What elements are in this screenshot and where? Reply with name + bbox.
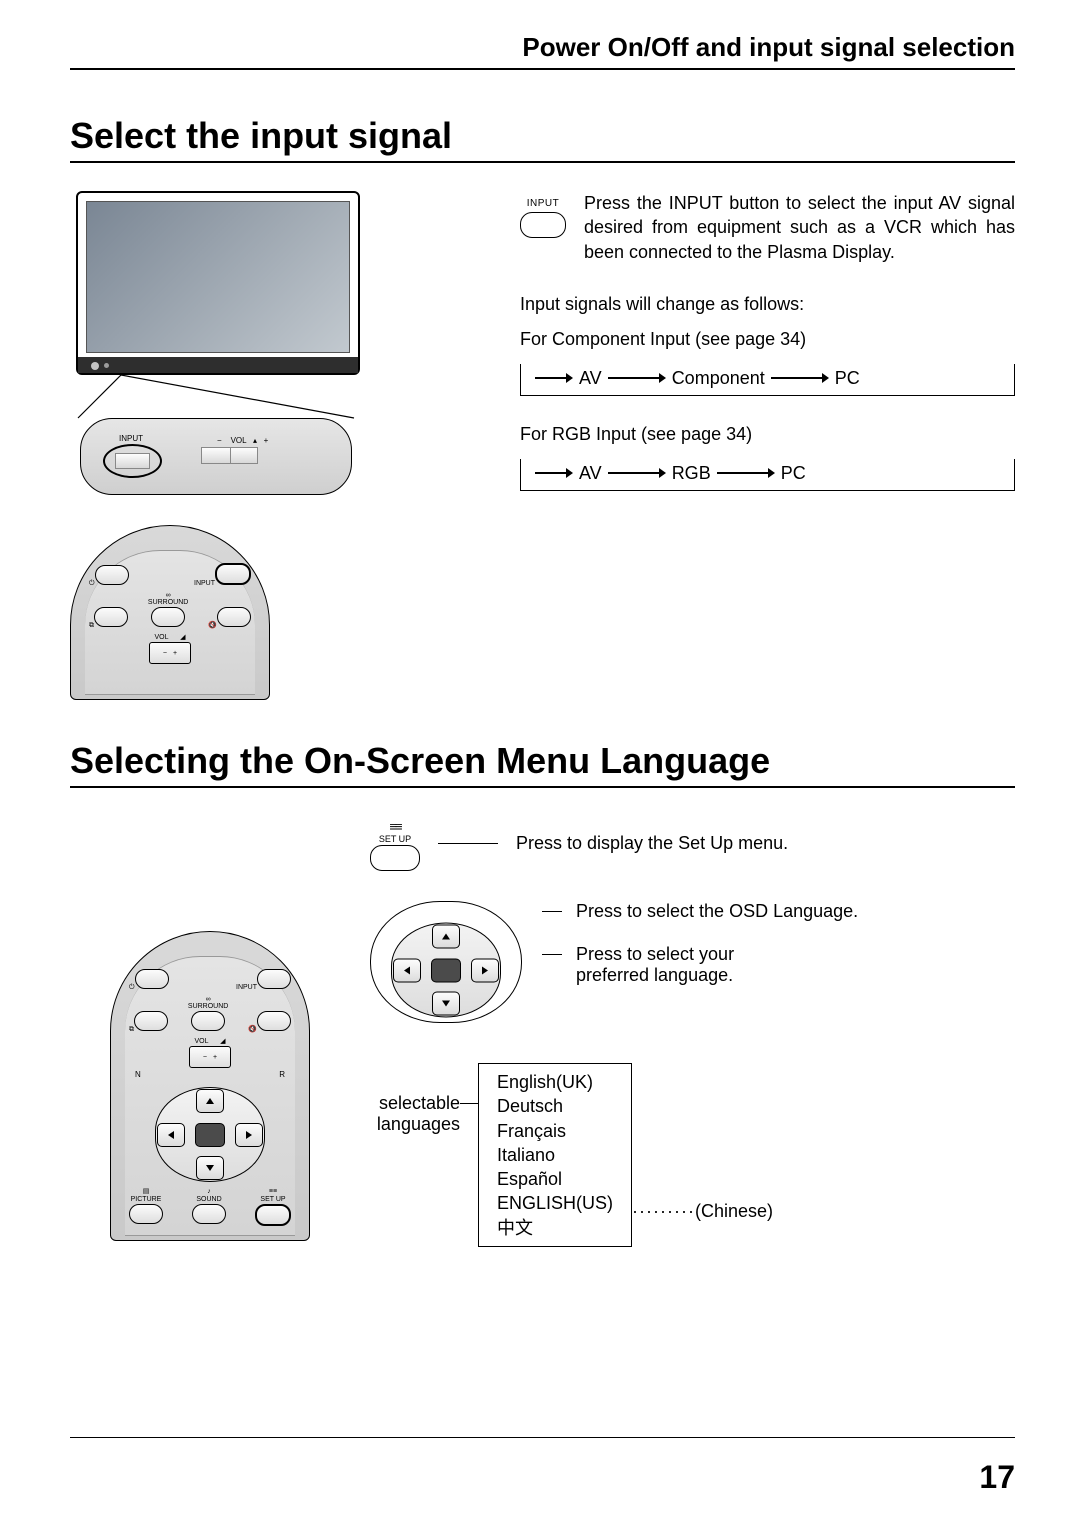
header-title: Power On/Off and input signal selection (70, 32, 1015, 70)
tv-diagram: INPUT − VOL ▴ + (76, 191, 356, 495)
component-line: For Component Input (see page 34) (520, 329, 1015, 350)
arrow-icon (608, 372, 666, 384)
arrow-icon (717, 467, 775, 479)
arrow-icon (535, 372, 573, 384)
cycle-rgb: AV RGB PC (520, 459, 1015, 491)
panel-input-button (103, 444, 162, 478)
input-button-icon: INPUT (520, 191, 566, 294)
step1-text: Press to display the Set Up menu. (516, 833, 788, 854)
selectable-label: selectable languages (370, 1093, 460, 1135)
page-number: 17 (979, 1459, 1015, 1496)
arrow-icon (535, 467, 573, 479)
remote-setup-button (255, 1204, 291, 1226)
cycle-component: AV Component PC (520, 364, 1015, 396)
signals-intro: Input signals will change as follows: (520, 294, 1015, 315)
setup-button-icon: ≡≡ SET UP (370, 816, 420, 871)
tv-panel: INPUT − VOL ▴ + (80, 418, 352, 495)
remote-vol-label: VOL (154, 634, 168, 641)
connector-line (438, 843, 498, 844)
panel-vol-label: − VOL ▴ + (217, 436, 268, 445)
section1-title: Select the input signal (70, 115, 1015, 163)
arrow-icon (771, 372, 829, 384)
step3-text: Press to select your preferred language. (576, 944, 786, 986)
dots: ········· (632, 1201, 695, 1221)
remote-input-label: INPUT (194, 580, 215, 587)
footer-rule (70, 1437, 1015, 1439)
rgb-line: For RGB Input (see page 34) (520, 424, 1015, 445)
remote-diagram-1: ⏻ INPUT ⧉ ∞SURROUND 🔇 VOL ◢ (70, 525, 270, 700)
remote-input-button (215, 563, 251, 585)
remote-dpad (155, 1087, 265, 1182)
remote-surround-label: SURROUND (148, 599, 188, 607)
aspect-icon: ⧉ (89, 622, 94, 629)
remote-diagram-2: ⏻ INPUT ⧉ ∞SURROUND 🔇 VOL ◢ (110, 931, 310, 1241)
languages-box: English(UK) Deutsch Français Italiano Es… (478, 1063, 632, 1247)
arrow-icon (608, 467, 666, 479)
step2-text: Press to select the OSD Language. (576, 901, 858, 922)
panel-vol-buttons (201, 447, 258, 464)
section1-paragraph: Press the INPUT button to select the inp… (584, 191, 1015, 264)
remote-vol-pad (149, 642, 191, 664)
panel-input-label: INPUT (119, 434, 143, 443)
dpad-callout (370, 901, 522, 1023)
chinese-note: (Chinese) (695, 1201, 773, 1221)
power-icon: ⏻ (89, 580, 95, 587)
mute-icon: 🔇 (208, 622, 217, 629)
section2-title: Selecting the On-Screen Menu Language (70, 740, 1015, 788)
